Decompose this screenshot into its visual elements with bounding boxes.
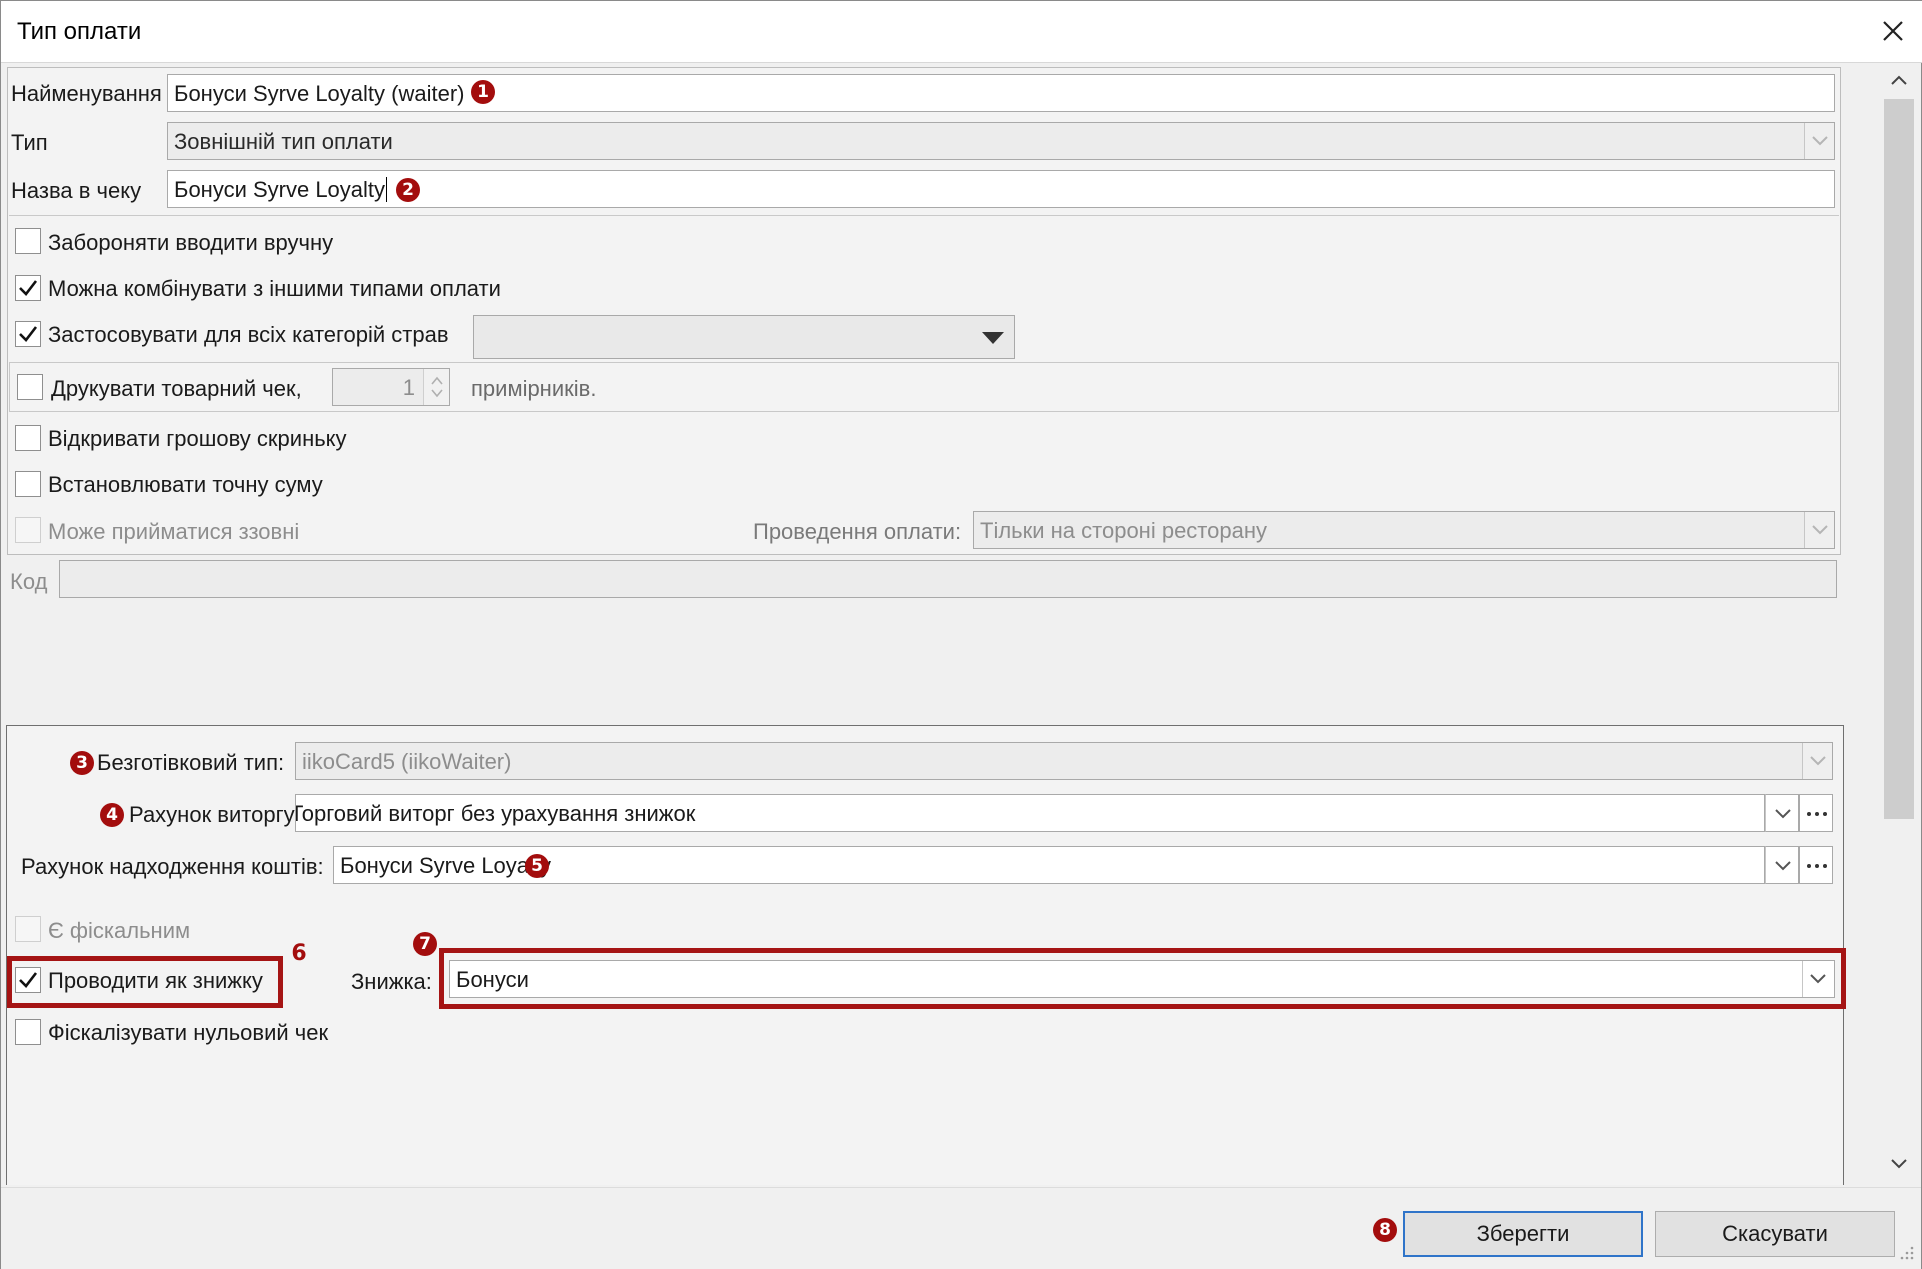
checkmark-icon: [19, 326, 38, 342]
print-receipt-checkbox[interactable]: [17, 374, 43, 400]
processing-select[interactable]: Тільки на стороні ресторану: [973, 511, 1835, 549]
spin-arrows-icon: [431, 376, 443, 398]
cancel-button[interactable]: Скасувати: [1655, 1211, 1895, 1257]
resize-grip-icon[interactable]: [1899, 1245, 1915, 1261]
scrollbar-thumb[interactable]: [1884, 99, 1914, 819]
scroll-down-icon[interactable]: [1891, 1159, 1907, 1169]
type-select[interactable]: Зовнішній тип оплати: [167, 122, 1835, 160]
print-copies-value: 1: [402, 375, 415, 400]
chevron-down-icon[interactable]: [1802, 961, 1832, 997]
vertical-scrollbar[interactable]: [1881, 63, 1917, 1187]
marker-1: 1: [471, 80, 495, 104]
chevron-down-icon[interactable]: [1804, 512, 1834, 548]
code-label: Код: [10, 569, 48, 594]
chevron-down-icon[interactable]: [1765, 794, 1799, 832]
marker-5: 5: [525, 854, 549, 878]
scroll-up-icon[interactable]: [1891, 75, 1907, 85]
marker-7: 7: [413, 932, 437, 956]
name-field[interactable]: Бонуси Syrve Loyalty (waiter): [167, 74, 1835, 112]
print-receipt-label: Друкувати товарний чек,: [51, 376, 302, 401]
open-drawer-label: Відкривати грошову скриньку: [48, 426, 347, 451]
combine-checkbox[interactable]: [15, 275, 41, 301]
separator: [9, 215, 1839, 216]
name-label: Найменування: [11, 81, 162, 106]
discount-value: Бонуси: [456, 967, 529, 992]
fiscal-checkbox[interactable]: [15, 916, 41, 942]
checkmark-icon: [19, 972, 38, 988]
print-copies-stepper[interactable]: 1: [332, 368, 450, 406]
chevron-down-icon[interactable]: [1804, 123, 1834, 159]
all-categories-checkbox[interactable]: [15, 321, 41, 347]
name-value: Бонуси Syrve Loyalty (waiter): [174, 81, 465, 106]
as-discount-label: Проводити як знижку: [48, 968, 263, 993]
fiscalize-zero-label: Фіскалізувати нульовий чек: [48, 1020, 329, 1045]
save-button[interactable]: Зберегти: [1403, 1211, 1643, 1257]
marker-8: 8: [1373, 1218, 1397, 1242]
categories-select[interactable]: [473, 315, 1015, 359]
marker-2: 2: [396, 178, 420, 202]
combine-label: Можна комбінувати з іншими типами оплати: [48, 276, 501, 301]
title-bar: Тип оплати: [1, 1, 1922, 63]
exact-sum-label: Встановлювати точну суму: [48, 472, 323, 497]
revenue-account-select[interactable]: Торговий виторг без урахування знижок: [295, 794, 1765, 832]
external-accept-label: Може прийматися ззовні: [48, 519, 300, 544]
type-value: Зовнішній тип оплати: [174, 129, 393, 154]
more-options-icon[interactable]: [1799, 794, 1833, 832]
cashless-type-value: iikoCard5 (iikoWaiter): [302, 749, 512, 774]
all-categories-label: Застосовувати для всіх категорій страв: [48, 322, 449, 347]
revenue-account-value: Торговий виторг без урахування знижок: [295, 801, 696, 826]
discount-select[interactable]: Бонуси: [449, 960, 1835, 998]
more-options-icon[interactable]: [1799, 846, 1833, 884]
exact-sum-checkbox[interactable]: [15, 471, 41, 497]
dropdown-arrow-icon: [982, 332, 1004, 344]
receipt-name-value: Бонуси Syrve Loyalty: [174, 177, 386, 202]
receipt-name-label: Назва в чеку: [11, 178, 142, 203]
type-label: Тип: [11, 130, 48, 155]
processing-label: Проведення оплати:: [753, 519, 962, 544]
code-field[interactable]: [59, 560, 1837, 598]
chevron-down-icon[interactable]: [1802, 743, 1832, 779]
copies-suffix: примірників.: [471, 376, 597, 401]
spin-buttons[interactable]: [423, 369, 449, 405]
open-drawer-checkbox[interactable]: [15, 425, 41, 451]
fiscal-label: Є фіскальним: [48, 918, 191, 943]
chevron-down-icon[interactable]: [1765, 846, 1799, 884]
income-account-value: Бонуси Syrve Loyalty: [340, 853, 552, 878]
checkmark-icon: [19, 280, 38, 296]
cashless-type-label: Безготівковий тип:: [97, 750, 285, 775]
cashless-type-select[interactable]: iikoCard5 (iikoWaiter): [295, 742, 1833, 780]
marker-4: 4: [100, 803, 124, 827]
close-icon[interactable]: [1871, 9, 1915, 53]
revenue-account-label: Рахунок виторгу:: [129, 802, 301, 827]
forbid-manual-label: Забороняти вводити вручну: [48, 230, 334, 255]
discount-label: Знижка:: [351, 969, 432, 994]
fiscalize-zero-checkbox[interactable]: [15, 1019, 41, 1045]
dialog-title: Тип оплати: [17, 18, 142, 45]
marker-3: 3: [70, 751, 94, 775]
marker-6: 6: [291, 941, 307, 966]
income-account-label: Рахунок надходження коштів:: [21, 854, 324, 879]
payment-type-dialog: Тип оплати Найменування Бонуси Syrve Loy…: [0, 0, 1922, 1269]
forbid-manual-checkbox[interactable]: [15, 228, 41, 254]
as-discount-checkbox[interactable]: [15, 967, 41, 993]
processing-value: Тільки на стороні ресторану: [980, 518, 1267, 543]
external-accept-checkbox[interactable]: [15, 517, 41, 543]
